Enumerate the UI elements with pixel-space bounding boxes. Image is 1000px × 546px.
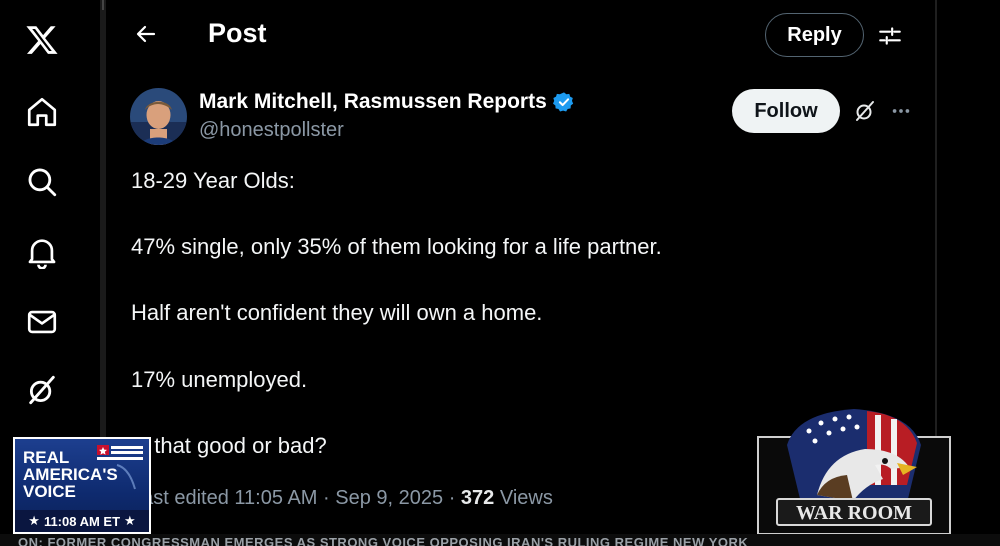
meta-separator: · <box>323 487 330 509</box>
follow-button[interactable]: Follow <box>732 89 840 133</box>
tweet-text-line: Half aren't confident they will own a ho… <box>131 300 543 325</box>
views-label: Views <box>499 487 553 509</box>
notifications-icon[interactable] <box>18 228 66 276</box>
post-header: Post Reply <box>106 0 935 70</box>
avatar[interactable] <box>130 88 187 145</box>
star-icon: ★ <box>124 513 136 528</box>
tweet-text-line: 47% single, only 35% of them looking for… <box>131 234 662 259</box>
grok-icon[interactable] <box>18 366 66 414</box>
messages-icon[interactable] <box>18 298 66 346</box>
grok-icon[interactable] <box>850 96 880 126</box>
rav-time-bar: ★ 11:08 AM ET ★ <box>15 510 149 532</box>
back-arrow-icon[interactable] <box>130 18 162 50</box>
war-room-label: WAR ROOM <box>796 502 912 524</box>
post-time[interactable]: 11:05 AM <box>234 487 317 509</box>
rav-time: 11:08 AM ET <box>43 513 121 529</box>
views-count: 372 <box>460 487 495 509</box>
news-ticker: ON: FORMER CONGRESSMAN EMERGES AS STRONG… <box>0 534 1000 546</box>
verified-badge-icon <box>552 92 573 112</box>
more-options-icon[interactable] <box>886 96 916 126</box>
author-name-text: Mark Mitchell, Rasmussen Reports <box>199 90 547 113</box>
x-logo-icon[interactable] <box>18 16 66 64</box>
author-handle[interactable]: @honestpollster <box>199 119 344 142</box>
author-name[interactable]: Mark Mitchell, Rasmussen Reports <box>199 90 575 114</box>
reply-button[interactable]: Reply <box>765 13 864 57</box>
post-date[interactable]: Sep 9, 2025 <box>335 487 443 509</box>
search-icon[interactable] <box>18 158 66 206</box>
war-room-logo: WAR ROOM <box>757 405 951 535</box>
tweet-text-line: 17% unemployed. <box>131 367 308 392</box>
tweet-text-line: Is that good or bad? <box>131 433 327 458</box>
page-title: Post <box>208 18 267 48</box>
ticker-text: ON: FORMER CONGRESSMAN EMERGES AS STRONG… <box>18 535 749 546</box>
rav-line-1: REAL <box>23 448 70 467</box>
tweet-text-line: 18-29 Year Olds: <box>131 168 295 193</box>
real-americas-voice-logo: REAL AMERICA'S VOICE ★ 11:08 AM ET ★ <box>13 437 151 534</box>
meta-separator: · <box>448 487 456 509</box>
star-icon: ★ <box>28 513 40 528</box>
home-icon[interactable] <box>18 88 66 136</box>
rav-line-2: AMERICA'S <box>23 465 118 484</box>
settings-sliders-icon[interactable] <box>874 20 906 52</box>
post-metadata: Last edited 11:05 AM · Sep 9, 2025 · 372… <box>131 487 553 510</box>
rav-line-3: VOICE <box>23 482 76 501</box>
